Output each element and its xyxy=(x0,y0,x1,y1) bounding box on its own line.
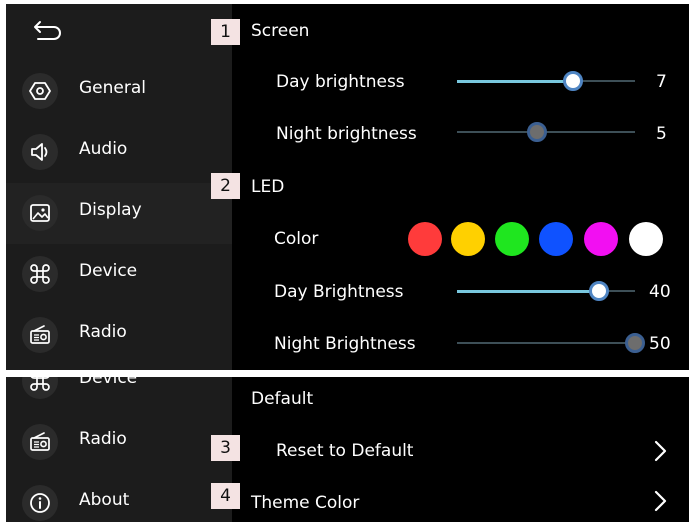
led-night-brightness-value: 50 xyxy=(649,334,671,354)
chevron-right-icon[interactable] xyxy=(650,488,670,514)
slider-fill xyxy=(457,80,573,83)
sidebar-item-label: Audio xyxy=(79,139,128,159)
command-icon xyxy=(22,256,58,292)
radio-icon xyxy=(22,424,58,460)
color-swatch-yellow[interactable] xyxy=(451,222,485,256)
slider-track xyxy=(457,342,635,344)
sidebar-item-label: Radio xyxy=(79,322,127,342)
led-day-brightness-value: 40 xyxy=(649,282,671,302)
sidebar-item-audio[interactable]: Audio xyxy=(6,122,232,183)
day-brightness-slider[interactable] xyxy=(457,71,635,91)
sidebar: Device Radio About xyxy=(6,377,232,522)
color-swatch-blue[interactable] xyxy=(539,222,573,256)
night-brightness-slider[interactable] xyxy=(457,122,635,142)
info-icon xyxy=(22,485,58,521)
slider-thumb[interactable] xyxy=(625,333,645,353)
slider-thumb[interactable] xyxy=(589,281,610,301)
sidebar-item-label: General xyxy=(79,78,146,98)
back-icon[interactable] xyxy=(28,20,64,44)
sidebar-item-device[interactable]: Device xyxy=(6,377,232,412)
chevron-right-icon[interactable] xyxy=(650,438,670,464)
callout-badge: 4 xyxy=(211,483,240,509)
slider-fill xyxy=(457,290,600,293)
callout-badge: 3 xyxy=(211,435,240,461)
color-swatch-green[interactable] xyxy=(495,222,529,256)
sidebar: General Audio Display Device Radio xyxy=(6,4,232,370)
sidebar-item-device[interactable]: Device xyxy=(6,244,232,305)
led-night-brightness-slider[interactable] xyxy=(457,333,645,353)
day-brightness-value: 7 xyxy=(656,72,667,92)
slider-thumb[interactable] xyxy=(562,71,583,91)
sidebar-item-label: Device xyxy=(79,377,138,388)
sidebar-item-label: Device xyxy=(79,261,138,281)
slider-thumb[interactable] xyxy=(527,122,548,142)
color-swatch-red[interactable] xyxy=(408,222,442,256)
callout-badge: 1 xyxy=(211,19,240,45)
led-night-brightness-label: Night Brightness xyxy=(274,334,416,354)
settings-content: Default 3 Reset to Default 4 Theme Color xyxy=(211,377,689,522)
sidebar-item-display[interactable]: Display xyxy=(6,183,232,244)
led-day-brightness-label: Day Brightness xyxy=(274,282,404,302)
night-brightness-label: Night brightness xyxy=(276,124,417,144)
section-title-default: Default xyxy=(251,389,314,409)
sidebar-item-radio[interactable]: Radio xyxy=(6,305,232,366)
color-swatch-magenta[interactable] xyxy=(584,222,618,256)
sidebar-item-general[interactable]: General xyxy=(6,61,232,122)
led-color-label: Color xyxy=(274,229,319,249)
theme-color-item[interactable]: Theme Color xyxy=(251,493,359,513)
display-settings-panel: General Audio Display Device Radio 1 Scr… xyxy=(6,4,689,370)
night-brightness-value: 5 xyxy=(656,124,667,144)
settings-content: 1 Screen Day brightness 7 Night brightne… xyxy=(211,4,689,370)
radio-icon xyxy=(22,317,58,353)
default-settings-panel: Device Radio About Default 3 Reset to De… xyxy=(6,377,689,522)
callout-badge: 2 xyxy=(211,173,240,199)
sidebar-item-radio[interactable]: Radio xyxy=(6,412,232,473)
sidebar-item-label: About xyxy=(79,490,130,510)
image-icon xyxy=(22,195,58,231)
hexagon-icon xyxy=(22,73,58,109)
color-swatch-white[interactable] xyxy=(629,222,663,256)
section-title-screen: Screen xyxy=(251,21,310,41)
day-brightness-label: Day brightness xyxy=(276,72,405,92)
command-icon xyxy=(22,377,58,399)
sidebar-item-about[interactable]: About xyxy=(6,473,232,522)
sidebar-item-label: Display xyxy=(79,200,142,220)
section-title-led: LED xyxy=(251,177,285,197)
speaker-icon xyxy=(22,134,58,170)
sidebar-item-label: Radio xyxy=(79,429,127,449)
led-day-brightness-slider[interactable] xyxy=(457,281,635,301)
reset-to-default-item[interactable]: Reset to Default xyxy=(276,441,413,461)
